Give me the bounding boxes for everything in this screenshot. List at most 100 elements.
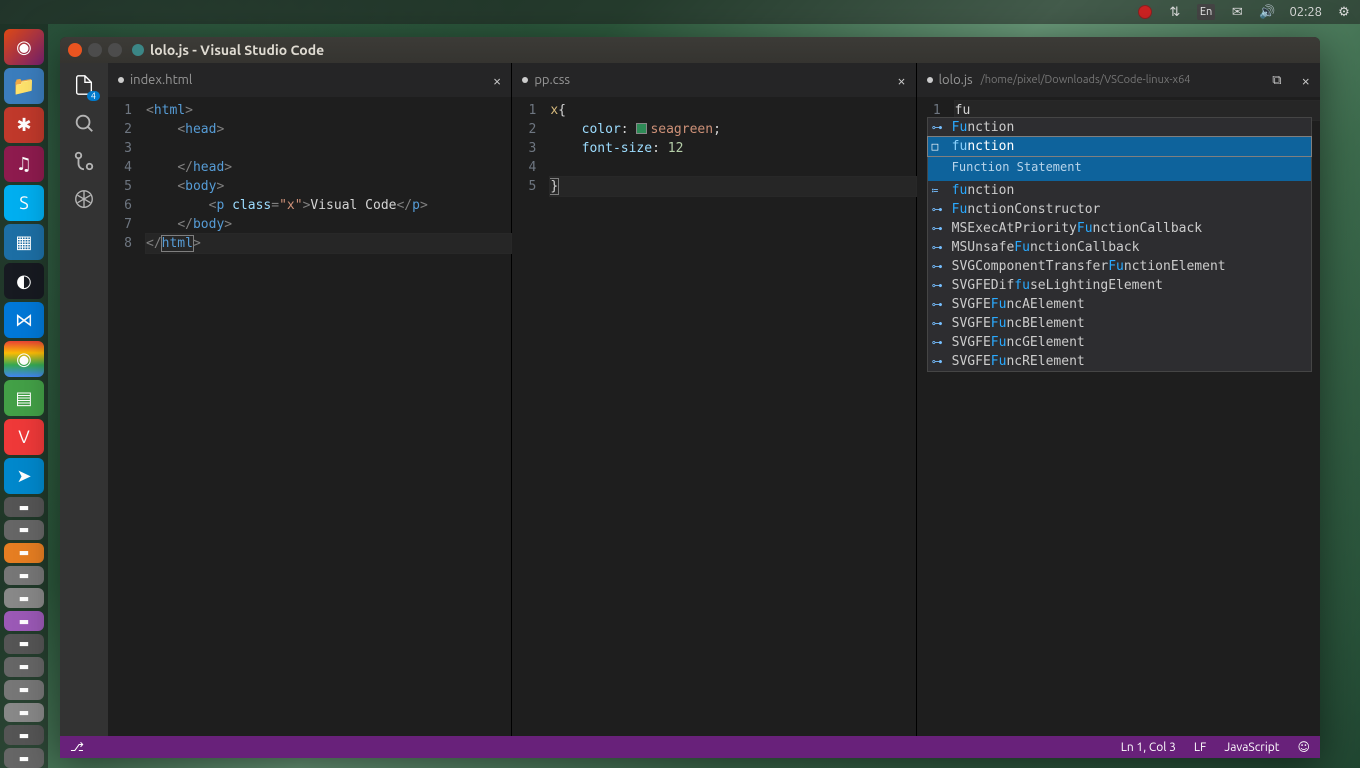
code-content[interactable]: fu ⊶Function□functionFunction Statement≔… — [955, 101, 1320, 736]
suggest-label: SVGFEFuncAElement — [952, 295, 1085, 314]
tab-label: index.html — [130, 73, 192, 87]
launcher-app-3[interactable]: ▦ — [4, 224, 44, 260]
record-indicator[interactable] — [1137, 4, 1153, 20]
suggest-item[interactable]: □function — [928, 137, 1311, 156]
unity-launcher: ◉ 📁 ✱ ♫ S ▦ ◐ ⋈ ◉ ▤ V ➤ ▬ ▬ ▬ ▬ ▬ ▬ ▬ ▬ … — [0, 24, 48, 768]
dirty-indicator-icon — [118, 77, 124, 83]
suggest-kind-icon: ⊶ — [932, 219, 946, 238]
mail-icon[interactable]: ✉ — [1229, 4, 1245, 20]
suggest-kind-icon: ⊶ — [932, 118, 946, 137]
editor-pane-3: lolo.js /home/pixel/Downloads/VSCode-lin… — [916, 63, 1320, 736]
split-editor-icon[interactable]: ⧉ — [1272, 73, 1281, 88]
close-editor-icon[interactable]: × — [1302, 72, 1310, 89]
window-close-button[interactable] — [68, 43, 82, 57]
suggest-item[interactable]: ⊶SVGFEFuncRElement — [928, 352, 1311, 371]
vscode-window: lolo.js - Visual Studio Code 4 — [60, 37, 1320, 758]
status-eol[interactable]: LF — [1194, 741, 1206, 754]
git-branch-icon[interactable] — [70, 740, 86, 754]
suggest-label: function — [952, 137, 1015, 156]
launcher-small-10[interactable]: ▬ — [4, 703, 44, 723]
suggest-item[interactable]: ⊶ SVGFEFuncGElement — [928, 333, 1311, 352]
launcher-small-4[interactable]: ▬ — [4, 566, 44, 586]
launcher-telegram[interactable]: ➤ — [4, 458, 44, 494]
keyboard-layout-indicator[interactable]: En — [1197, 4, 1215, 20]
settings-gear-icon[interactable]: ⚙ — [1336, 4, 1352, 20]
window-titlebar[interactable]: lolo.js - Visual Studio Code — [60, 37, 1320, 63]
launcher-chrome[interactable]: ◉ — [4, 341, 44, 377]
suggest-label: SVGFEFuncBElement — [952, 314, 1085, 333]
explorer-icon[interactable]: 4 — [72, 73, 96, 97]
git-icon[interactable] — [72, 149, 96, 173]
status-language[interactable]: JavaScript — [1224, 741, 1279, 754]
suggest-item[interactable]: ⊶FunctionConstructor — [928, 200, 1311, 219]
launcher-small-7[interactable]: ▬ — [4, 634, 44, 654]
close-editor-icon[interactable]: × — [897, 72, 905, 89]
suggest-label: MSExecAtPriorityFunctionCallback — [952, 219, 1202, 238]
window-minimize-button[interactable] — [88, 43, 102, 57]
clock[interactable]: 02:28 — [1289, 4, 1322, 20]
launcher-small-1[interactable]: ▬ — [4, 497, 44, 517]
dash-button[interactable]: ◉ — [4, 29, 44, 65]
suggest-item[interactable]: ≔function — [928, 181, 1311, 200]
launcher-small-12[interactable]: ▬ — [4, 748, 44, 768]
suggest-label: FunctionConstructor — [952, 200, 1101, 219]
search-icon[interactable] — [72, 111, 96, 135]
suggest-item[interactable]: ⊶SVGFEFuncBElement — [928, 314, 1311, 333]
launcher-small-6[interactable]: ▬ — [4, 611, 44, 631]
suggest-item[interactable]: ⊶ MSUnsafeFunctionCallback — [928, 238, 1311, 257]
launcher-steam[interactable]: ◐ — [4, 263, 44, 299]
launcher-small-2[interactable]: ▬ — [4, 520, 44, 540]
launcher-app-2[interactable]: ✱ — [4, 107, 44, 143]
window-title: lolo.js - Visual Studio Code — [150, 42, 324, 58]
launcher-small-5[interactable]: ▬ — [4, 588, 44, 608]
suggest-kind-icon: ⊶ — [932, 257, 946, 276]
suggest-kind-icon: ⊶ — [932, 238, 946, 257]
launcher-vscode[interactable]: ⋈ — [4, 302, 44, 338]
launcher-small-11[interactable]: ▬ — [4, 725, 44, 745]
tab-bar-3: lolo.js /home/pixel/Downloads/VSCode-lin… — [917, 63, 1320, 97]
launcher-small-8[interactable]: ▬ — [4, 657, 44, 677]
tab-pp-css[interactable]: pp.css — [522, 73, 570, 87]
suggest-label: Function — [952, 118, 1015, 137]
code-editor-1[interactable]: 12345678 <html> <head> </head> <body> <p… — [108, 97, 511, 736]
code-editor-2[interactable]: 12345 x{ color: seagreen; font-size: 12 … — [512, 97, 915, 736]
suggest-kind-icon: ⊶ — [932, 333, 946, 352]
suggest-item[interactable]: ⊶SVGComponentTransferFunctionElement — [928, 257, 1311, 276]
debug-icon[interactable] — [72, 187, 96, 211]
editor-pane-2: pp.css × 12345 x{ color: seagreen; font-… — [511, 63, 915, 736]
launcher-app-4[interactable]: ▤ — [4, 380, 44, 416]
launcher-small-3[interactable]: ▬ — [4, 543, 44, 563]
code-editor-3[interactable]: 1 fu ⊶Function□functionFunction Statemen… — [917, 97, 1320, 736]
line-gutter: 12345678 — [108, 101, 146, 736]
launcher-vivaldi[interactable]: V — [4, 419, 44, 455]
suggest-item[interactable]: ⊶ SVGFEFuncAElement — [928, 295, 1311, 314]
tab-bar-2: pp.css × — [512, 63, 915, 97]
tab-index-html[interactable]: index.html — [118, 73, 192, 87]
suggest-label: MSUnsafeFunctionCallback — [952, 238, 1140, 257]
close-editor-icon[interactable]: × — [493, 72, 501, 89]
network-icon[interactable]: ⇅ — [1167, 4, 1183, 20]
window-maximize-button[interactable] — [108, 43, 122, 57]
suggest-kind-icon: ≔ — [932, 181, 946, 200]
vscode-icon — [132, 44, 144, 56]
code-content[interactable]: <html> <head> </head> <body> <p class="x… — [146, 101, 511, 736]
volume-icon[interactable]: 🔊 — [1259, 4, 1275, 20]
feedback-smiley-icon[interactable]: ☺ — [1297, 740, 1310, 754]
suggest-label: SVGFEFuncGElement — [952, 333, 1085, 352]
launcher-skype[interactable]: S — [4, 185, 44, 221]
code-content[interactable]: x{ color: seagreen; font-size: 12 } — [550, 101, 915, 736]
editor-pane-1: index.html × 12345678 <html> <head> </he… — [108, 63, 511, 736]
suggest-kind-icon: ⊶ — [932, 352, 946, 371]
suggest-item[interactable]: ⊶SVGFEDiffuseLightingElement — [928, 276, 1311, 295]
suggest-item[interactable]: ⊶ MSExecAtPriorityFunctionCallback — [928, 219, 1311, 238]
suggest-detail: Function Statement — [928, 156, 1311, 181]
launcher-music[interactable]: ♫ — [4, 146, 44, 182]
launcher-small-9[interactable]: ▬ — [4, 680, 44, 700]
tab-lolo-js[interactable]: lolo.js — [927, 73, 973, 87]
suggest-kind-icon: ⊶ — [932, 295, 946, 314]
launcher-app-1[interactable]: 📁 — [4, 68, 44, 104]
line-gutter: 12345 — [512, 101, 550, 736]
status-ln-col[interactable]: Ln 1, Col 3 — [1121, 741, 1176, 754]
suggest-item[interactable]: ⊶ Function — [928, 118, 1311, 137]
activity-bar: 4 — [60, 63, 108, 736]
